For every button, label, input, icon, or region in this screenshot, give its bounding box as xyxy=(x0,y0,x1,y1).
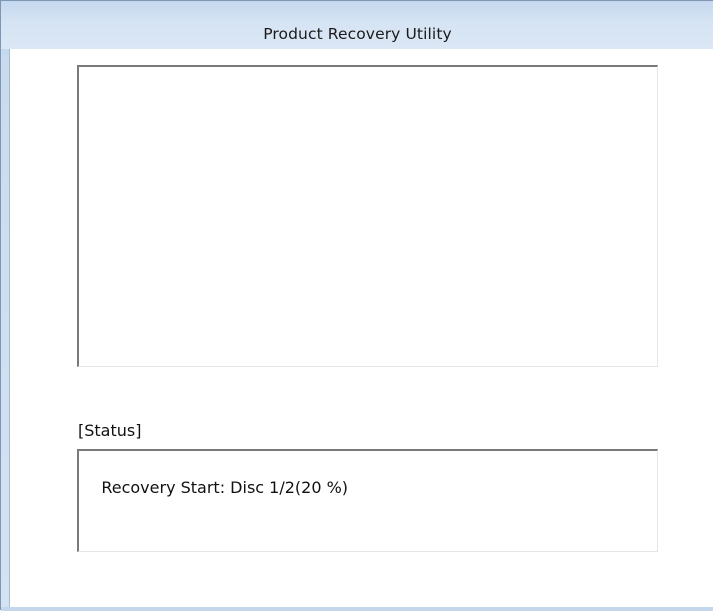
status-text-box: Recovery Start: Disc 1/2(20 %) xyxy=(77,449,658,552)
window-bottom-frame xyxy=(1,607,713,611)
recovery-window: Product Recovery Utility [Status] Recove… xyxy=(0,0,713,611)
window-title: Product Recovery Utility xyxy=(263,25,452,43)
recovery-image-panel xyxy=(77,65,658,367)
status-message: Recovery Start: Disc 1/2(20 %) xyxy=(101,478,349,497)
status-label: [Status] xyxy=(78,421,142,440)
title-bar[interactable]: Product Recovery Utility xyxy=(1,1,713,49)
